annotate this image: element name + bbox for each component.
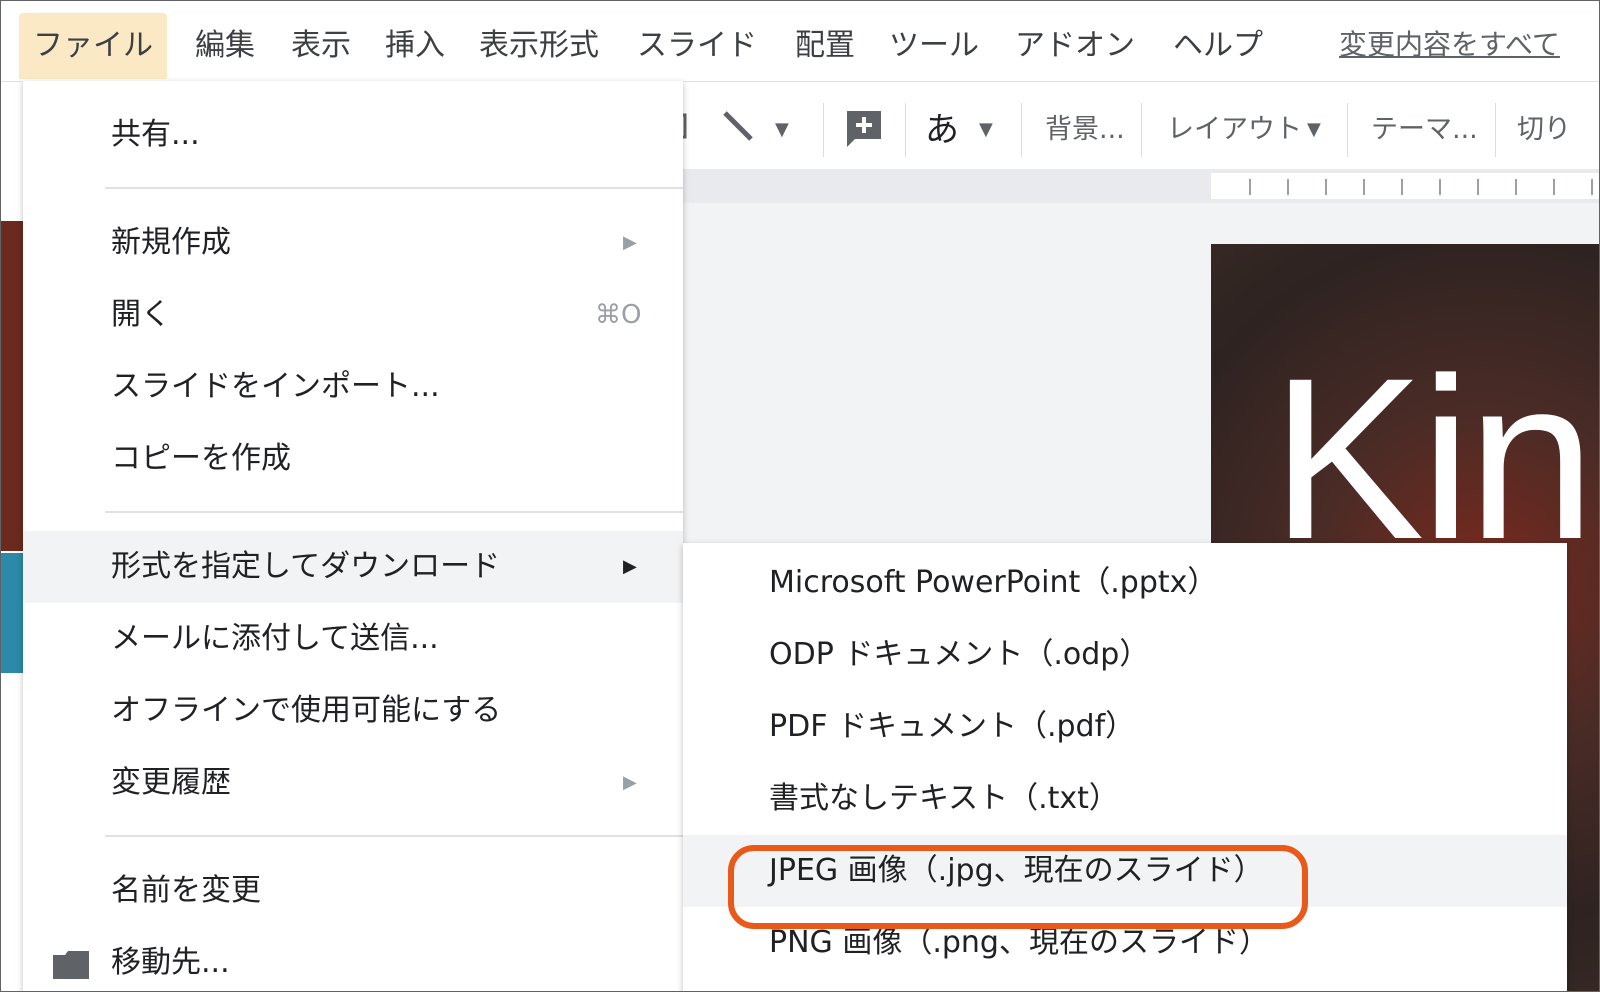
menu-item-label: 新規作成 — [111, 225, 231, 260]
input-tools-dropdown-icon[interactable]: ▼ — [979, 107, 993, 153]
menu-item-label: 共有... — [111, 117, 200, 152]
ruler-area — [681, 169, 1599, 203]
menu-item-label: ODP ドキュメント（.odp） — [769, 637, 1150, 672]
menu-item-label: PDF ドキュメント（.pdf） — [769, 709, 1136, 744]
theme-button[interactable]: テーマ... — [1371, 107, 1478, 153]
menu-divider — [105, 835, 683, 837]
app-window: ファイル 編集 表示 挿入 表示形式 スライド 配置 ツール アドオン ヘルプ … — [0, 0, 1600, 992]
menu-item-label: オフラインで使用可能にする — [111, 693, 502, 728]
menu-item-label: 移動先... — [111, 945, 230, 980]
menu-item-label: コピーを作成 — [111, 441, 291, 476]
all-changes-link[interactable]: 変更内容をすべて — [1339, 23, 1560, 63]
download-pdf[interactable]: PDF ドキュメント（.pdf） — [683, 691, 1567, 763]
menu-tools[interactable]: ツール — [875, 13, 993, 79]
menu-item-version-history[interactable]: 変更履歴 ▶ — [23, 747, 683, 819]
menu-item-label: メールに添付して送信... — [111, 621, 439, 656]
file-menu: 共有... 新規作成 ▶ 開く ⌘O スライドをインポート... コピーを作成 … — [23, 81, 683, 991]
input-tools-button[interactable]: あ — [925, 107, 959, 153]
submenu-arrow-icon: ▶ — [623, 772, 637, 793]
menu-item-email-attachment[interactable]: メールに添付して送信... — [23, 603, 683, 675]
menu-item-label: 形式を指定してダウンロード — [111, 549, 501, 584]
menu-item-import-slides[interactable]: スライドをインポート... — [23, 351, 683, 423]
toolbar-divider — [1347, 103, 1348, 157]
menu-item-new[interactable]: 新規作成 ▶ — [23, 207, 683, 279]
toolbar-divider — [823, 103, 824, 157]
slide-thumbnail[interactable] — [1, 221, 23, 551]
slide-title: Kin — [1271, 330, 1595, 587]
shortcut-label: ⌘O — [595, 300, 642, 330]
toolbar-divider — [905, 103, 906, 157]
highlight-annotation — [728, 845, 1308, 929]
menu-edit[interactable]: 編集 — [181, 13, 269, 79]
menu-view[interactable]: 表示 — [277, 13, 365, 79]
comment-add-icon[interactable] — [845, 107, 883, 153]
menu-slide[interactable]: スライド — [623, 13, 771, 79]
folder-icon — [53, 951, 89, 979]
menu-divider — [105, 511, 683, 513]
menu-addons[interactable]: アドオン — [1001, 13, 1149, 79]
menu-file[interactable]: ファイル — [19, 13, 167, 79]
download-pptx[interactable]: Microsoft PowerPoint（.pptx） — [683, 547, 1567, 619]
menu-item-open[interactable]: 開く ⌘O — [23, 279, 683, 351]
toolbar-divider — [1021, 103, 1022, 157]
menu-item-label: Microsoft PowerPoint（.pptx） — [769, 565, 1218, 600]
menu-item-label: 書式なしテキスト（.txt） — [769, 781, 1119, 816]
menu-item-label: スライドをインポート... — [111, 369, 440, 404]
download-txt[interactable]: 書式なしテキスト（.txt） — [683, 763, 1567, 835]
menu-format[interactable]: 表示形式 — [465, 13, 613, 79]
menu-item-share[interactable]: 共有... — [23, 99, 683, 171]
menu-bar: ファイル 編集 表示 挿入 表示形式 スライド 配置 ツール アドオン ヘルプ … — [1, 1, 1599, 82]
toolbar-divider — [1495, 103, 1496, 157]
menu-item-make-copy[interactable]: コピーを作成 — [23, 423, 683, 495]
line-dropdown-icon[interactable]: ▼ — [775, 107, 789, 153]
menu-item-label: 変更履歴 — [111, 765, 231, 800]
menu-insert[interactable]: 挿入 — [371, 13, 459, 79]
menu-help[interactable]: ヘルプ — [1159, 13, 1277, 79]
transition-button[interactable]: 切り — [1517, 107, 1571, 153]
menu-item-label: 開く — [111, 297, 171, 332]
menu-item-label: 名前を変更 — [111, 873, 261, 908]
toolbar-divider — [1141, 103, 1142, 157]
submenu-arrow-icon: ▶ — [623, 556, 637, 577]
ruler — [1211, 173, 1599, 199]
menu-item-rename[interactable]: 名前を変更 — [23, 855, 683, 927]
submenu-arrow-icon: ▶ — [623, 232, 637, 253]
menu-item-offline[interactable]: オフラインで使用可能にする — [23, 675, 683, 747]
line-icon[interactable] — [719, 107, 759, 153]
background-button[interactable]: 背景... — [1045, 107, 1125, 153]
menu-item-move-to[interactable]: 移動先... — [23, 927, 683, 991]
layout-dropdown-icon[interactable]: ▼ — [1307, 107, 1321, 153]
download-odp[interactable]: ODP ドキュメント（.odp） — [683, 619, 1567, 691]
menu-item-download-as[interactable]: 形式を指定してダウンロード ▶ — [23, 531, 683, 603]
slide-thumbnail[interactable] — [1, 553, 23, 673]
layout-button[interactable]: レイアウト — [1167, 107, 1302, 153]
menu-divider — [105, 187, 683, 189]
menu-arrange[interactable]: 配置 — [781, 13, 869, 79]
